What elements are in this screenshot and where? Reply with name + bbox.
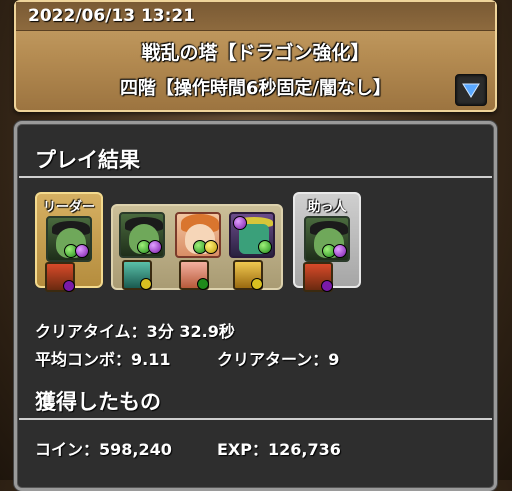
sub-assist-2[interactable]: [179, 260, 209, 290]
leader-group: リーダー: [35, 192, 103, 292]
exp-earned: EXP：126,736: [217, 440, 341, 459]
leader-label: リーダー: [42, 200, 95, 215]
helper-assist[interactable]: [303, 262, 333, 292]
floor-title: 四階【操作時間6秒固定/闇なし】: [119, 78, 392, 99]
sub-monster-1[interactable]: [119, 212, 165, 258]
triangle-down-icon: [462, 83, 480, 98]
divider: [19, 176, 492, 178]
helper-monster[interactable]: [304, 216, 350, 262]
leader-monster[interactable]: [46, 216, 92, 262]
sub-members-group: [111, 204, 283, 290]
sub-assist-3[interactable]: [233, 260, 263, 290]
expand-dropdown-button[interactable]: [455, 74, 487, 106]
average-combo: 平均コンボ：9.11: [35, 350, 171, 369]
helper-group: 助っ人: [293, 192, 361, 292]
divider: [19, 418, 492, 420]
result-panel: プレイ結果 リーダー 助っ人 クリアタイム：3分 32.9秒 平均コンボ：9.1…: [14, 121, 497, 491]
sub-assist-1[interactable]: [122, 260, 152, 290]
play-date: 2022/06/13 13:21: [28, 6, 196, 26]
helper-label: 助っ人: [307, 200, 347, 215]
sub-monster-2[interactable]: [175, 212, 221, 258]
coins-earned: コイン：598,240: [35, 440, 172, 459]
dungeon-title: 戦乱の塔【ドラゴン強化】: [141, 42, 370, 64]
leader-assist[interactable]: [45, 262, 75, 292]
sub-monster-3[interactable]: [229, 212, 275, 258]
dungeon-header: 2022/06/13 13:21 戦乱の塔【ドラゴン強化】 四階【操作時間6秒固…: [14, 0, 497, 112]
clear-turns: クリアターン：9: [217, 350, 340, 369]
rewards-heading: 獲得したもの: [35, 390, 161, 414]
play-result-heading: プレイ結果: [35, 148, 140, 172]
clear-time: クリアタイム：3分 32.9秒: [35, 322, 235, 341]
